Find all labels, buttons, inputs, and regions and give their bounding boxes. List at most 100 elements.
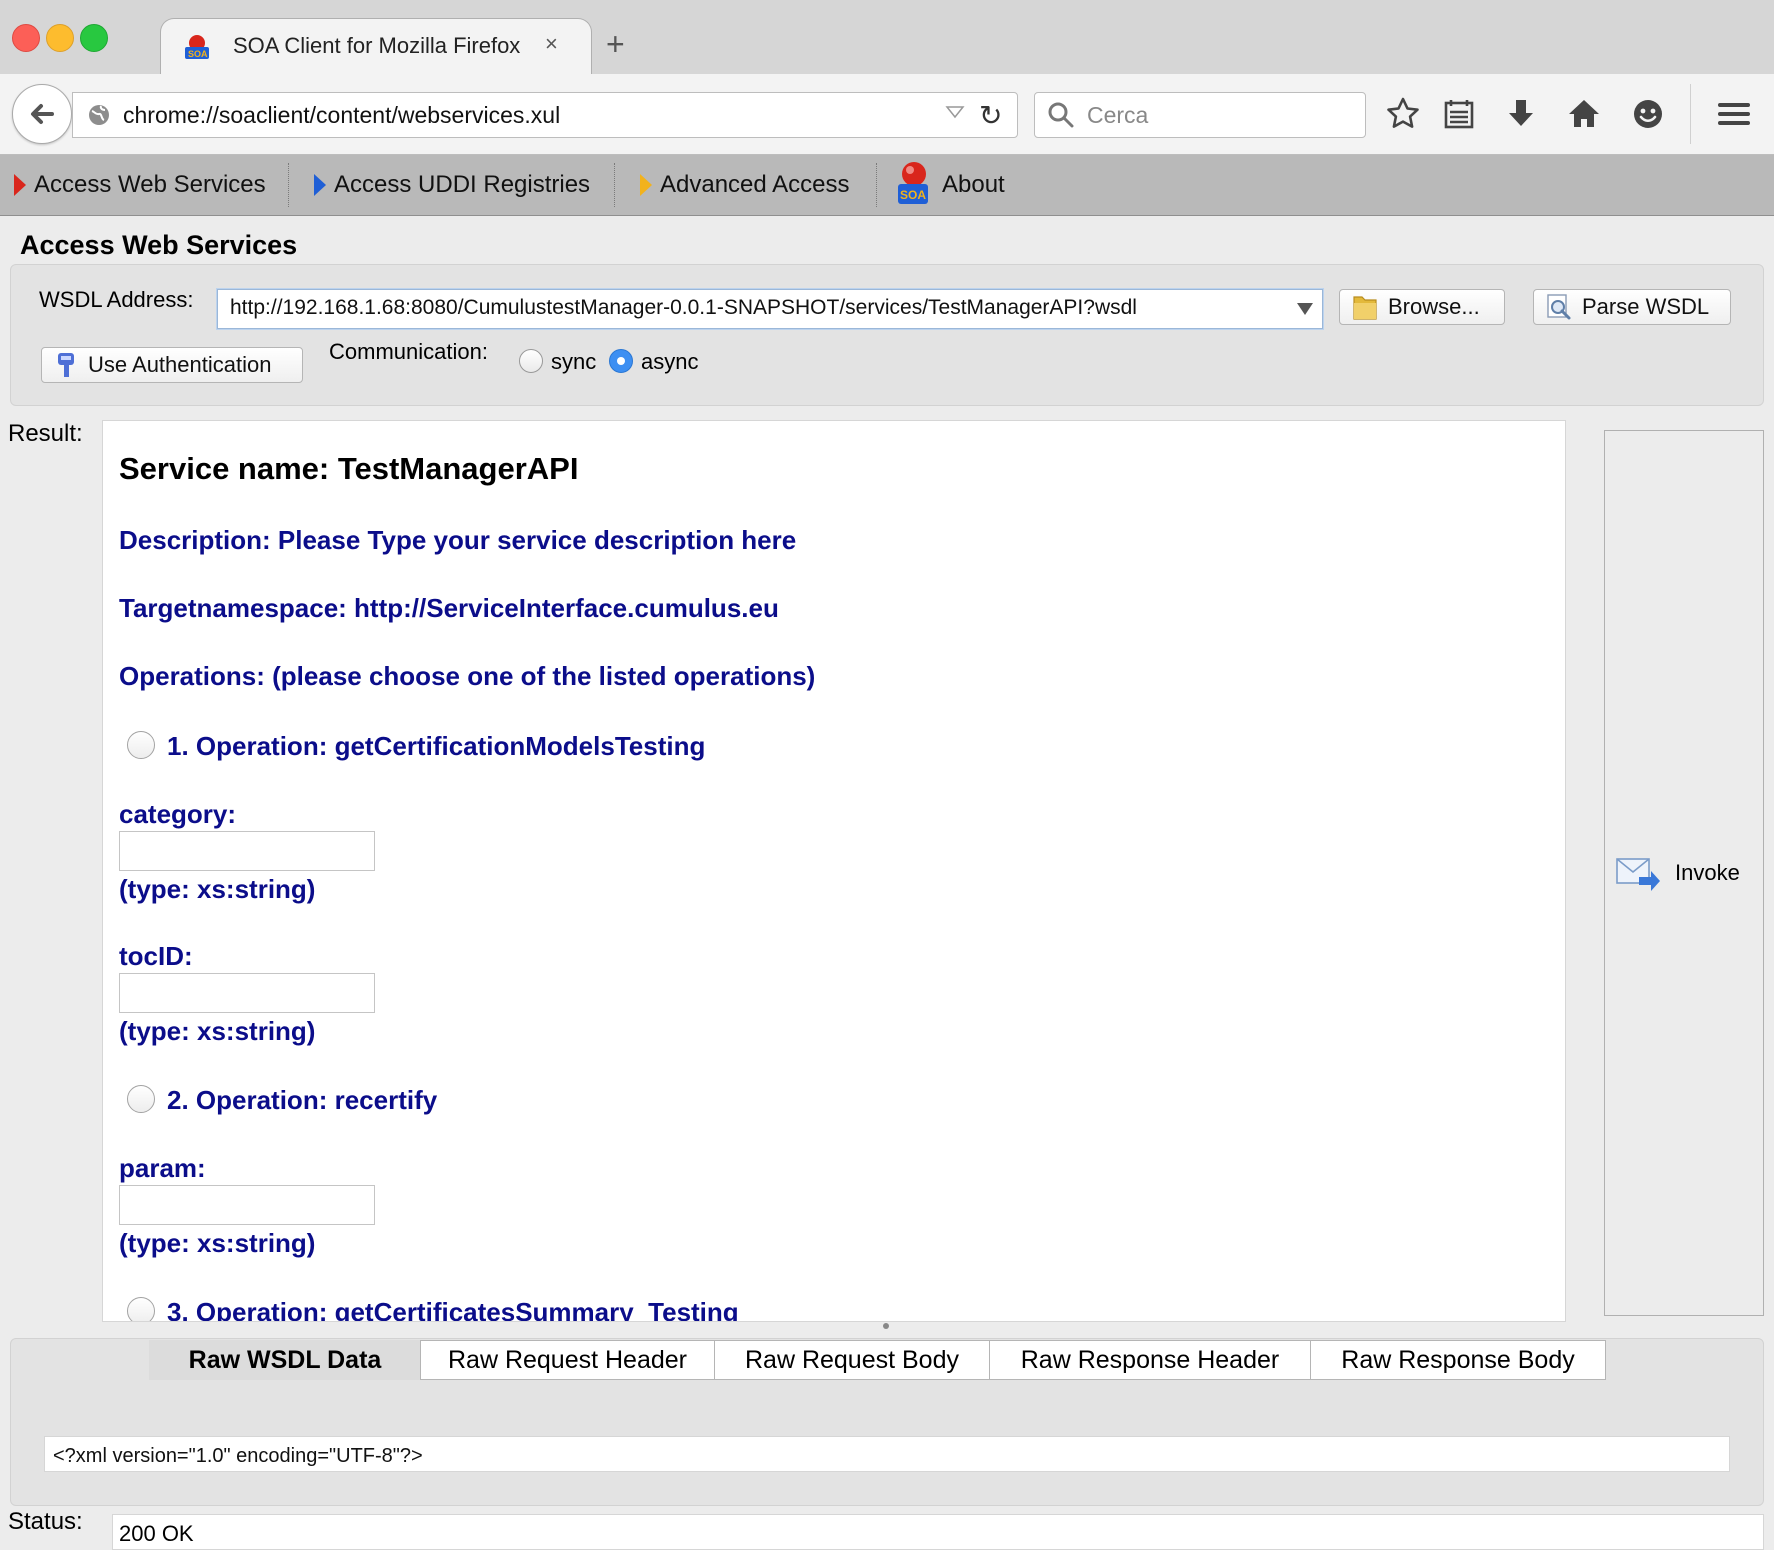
operation-1-name: 1. Operation: getCertificationModelsTest… xyxy=(167,731,706,761)
browse-label: Browse... xyxy=(1388,294,1480,319)
red-arrow-icon xyxy=(14,174,26,196)
sync-radio[interactable] xyxy=(519,349,543,373)
search-placeholder: Cerca xyxy=(1087,102,1149,128)
splitter-grip[interactable] xyxy=(883,1323,889,1329)
magnifier-document-icon xyxy=(1547,294,1571,320)
wsdl-settings-panel: WSDL Address: http://192.168.1.68:8080/C… xyxy=(10,264,1764,406)
operation-3-name: 3. Operation: getCertificatesSummary_Tes… xyxy=(167,1297,739,1322)
target-namespace: Targetnamespace: http://ServiceInterface… xyxy=(119,593,779,623)
invoke-button[interactable]: Invoke xyxy=(1615,847,1755,899)
yellow-arrow-icon xyxy=(640,174,652,196)
url-text: chrome://soaclient/content/webservices.x… xyxy=(123,102,561,128)
async-label: async xyxy=(641,349,699,374)
param-param-type: (type: xs:string) xyxy=(119,1228,316,1258)
bookmark-star-icon[interactable] xyxy=(1385,96,1421,132)
tab-title: SOA Client for Mozilla Firefox xyxy=(233,33,521,58)
globe-icon xyxy=(89,105,109,125)
use-authentication-label: Use Authentication xyxy=(88,352,272,377)
async-radio[interactable] xyxy=(609,349,633,373)
access-uddi-registries-menu[interactable]: Access UDDI Registries xyxy=(312,155,590,215)
access-web-services-label: Access Web Services xyxy=(34,171,266,198)
use-authentication-button[interactable]: Use Authentication xyxy=(41,347,303,383)
close-window-button[interactable] xyxy=(12,24,40,52)
browser-tab[interactable]: SOA SOA Client for Mozilla Firefox × xyxy=(160,18,592,77)
status-label: Status: xyxy=(8,1508,83,1535)
tab-strip: SOA SOA Client for Mozilla Firefox × + xyxy=(0,0,1774,77)
param-tocid-type: (type: xs:string) xyxy=(119,1016,316,1046)
new-tab-button[interactable]: + xyxy=(606,28,625,60)
param-param-label: param: xyxy=(119,1153,206,1183)
invoke-label: Invoke xyxy=(1675,860,1740,885)
toolbar-separator xyxy=(876,163,877,207)
sync-label: sync xyxy=(551,349,597,374)
status-field: 200 OK xyxy=(112,1514,1764,1550)
browse-button[interactable]: Browse... xyxy=(1339,289,1505,325)
menu-icon[interactable] xyxy=(1716,96,1752,132)
service-description: Description: Please Type your service de… xyxy=(119,525,797,555)
bookmarks-list-icon[interactable] xyxy=(1441,96,1477,132)
minimize-window-button[interactable] xyxy=(46,24,74,52)
param-category-label: category: xyxy=(119,799,237,829)
folder-icon xyxy=(1353,296,1377,320)
raw-data-tabs: Raw WSDL Data Raw Request Header Raw Req… xyxy=(149,1340,1606,1382)
operation-1-radio[interactable] xyxy=(127,731,155,759)
result-label: Result: xyxy=(8,420,83,447)
download-icon[interactable] xyxy=(1503,96,1539,132)
soa-client-logo-icon: SOA xyxy=(898,162,928,204)
toolbar-separator xyxy=(288,163,289,207)
status-value: 200 OK xyxy=(119,1521,194,1546)
blue-arrow-icon xyxy=(314,174,326,196)
tab-raw-request-header[interactable]: Raw Request Header xyxy=(420,1340,715,1380)
about-menu[interactable]: SOA About xyxy=(896,155,1005,215)
soa-client-logo-icon: SOA xyxy=(185,35,209,59)
search-icon xyxy=(1048,102,1074,128)
toolbar-separator xyxy=(1690,84,1691,144)
access-web-services-menu[interactable]: Access Web Services xyxy=(12,155,266,215)
wsdl-address-field[interactable]: http://192.168.1.68:8080/CumulustestMana… xyxy=(217,289,1323,329)
param-input[interactable] xyxy=(119,1185,375,1225)
tab-raw-response-body[interactable]: Raw Response Body xyxy=(1310,1340,1606,1380)
param-tocid-label: tocID: xyxy=(119,941,193,971)
home-icon[interactable] xyxy=(1566,96,1602,132)
svg-text:SOA: SOA xyxy=(188,49,208,59)
parse-wsdl-label: Parse WSDL xyxy=(1582,294,1710,319)
navigation-bar: chrome://soaclient/content/webservices.x… xyxy=(0,74,1774,155)
advanced-access-label: Advanced Access xyxy=(660,171,850,198)
hello-icon[interactable] xyxy=(1630,96,1666,132)
about-label: About xyxy=(942,171,1005,198)
operation-3-radio[interactable] xyxy=(127,1297,155,1321)
operations-header: Operations: (please choose one of the li… xyxy=(119,661,816,691)
tab-raw-request-body[interactable]: Raw Request Body xyxy=(714,1340,990,1380)
back-button[interactable] xyxy=(12,84,72,144)
advanced-access-menu[interactable]: Advanced Access xyxy=(638,155,849,215)
soa-client-toolbar: Access Web Services Access UDDI Registri… xyxy=(0,155,1774,216)
wsdl-address-value: http://192.168.1.68:8080/CumulustestMana… xyxy=(230,296,1137,319)
search-bar[interactable]: Cerca xyxy=(1034,92,1366,138)
tab-raw-response-header[interactable]: Raw Response Header xyxy=(989,1340,1311,1380)
maximize-window-button[interactable] xyxy=(80,24,108,52)
wsdl-address-label: WSDL Address: xyxy=(39,287,194,312)
key-icon xyxy=(58,353,74,377)
invoke-panel: Invoke xyxy=(1604,430,1764,1316)
url-bar[interactable]: chrome://soaclient/content/webservices.x… xyxy=(72,92,1018,138)
parse-wsdl-button[interactable]: Parse WSDL xyxy=(1533,289,1731,325)
category-input[interactable] xyxy=(119,831,375,871)
tocid-input[interactable] xyxy=(119,973,375,1013)
service-name: Service name: TestManagerAPI xyxy=(119,451,579,486)
page-title: Access Web Services xyxy=(20,230,298,260)
history-dropdown-icon[interactable] xyxy=(945,105,965,119)
raw-data-textbox[interactable]: <?xml version="1.0" encoding="UTF-8"?> xyxy=(44,1436,1730,1472)
tab-raw-wsdl-data[interactable]: Raw WSDL Data xyxy=(149,1340,421,1380)
reload-icon[interactable]: ↻ xyxy=(979,99,1002,132)
svg-text:SOA: SOA xyxy=(900,188,926,202)
back-icon xyxy=(31,104,54,124)
raw-data-content: <?xml version="1.0" encoding="UTF-8"?> xyxy=(53,1445,423,1467)
envelope-send-icon xyxy=(1616,858,1660,891)
tab-close-icon[interactable]: × xyxy=(545,31,558,57)
toolbar-separator xyxy=(614,163,615,207)
communication-label: Communication: xyxy=(329,339,488,364)
chevron-down-icon[interactable] xyxy=(1296,302,1314,316)
result-pane: Service name: TestManagerAPI Description… xyxy=(102,420,1566,1322)
operation-2-radio[interactable] xyxy=(127,1085,155,1113)
access-uddi-registries-label: Access UDDI Registries xyxy=(334,171,591,198)
